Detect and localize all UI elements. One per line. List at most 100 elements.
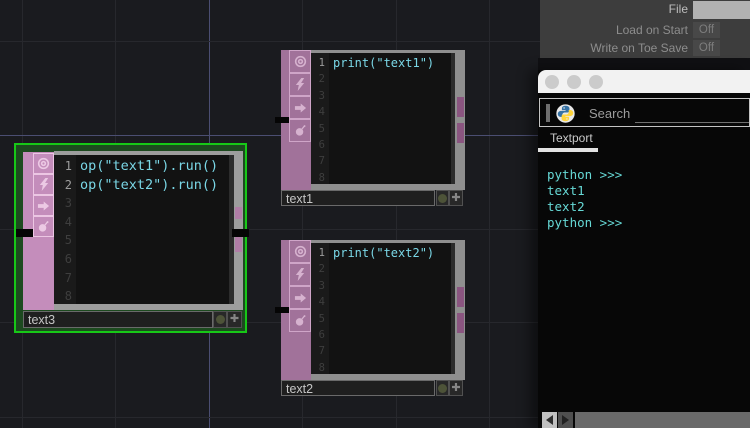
triangle-left-icon [546,415,553,425]
bomb-icon[interactable] [33,216,54,237]
node-frame-right [455,50,465,184]
output-connector[interactable] [457,123,464,143]
node-name-field[interactable]: text2 [281,380,435,396]
console-line: text1 [547,183,585,198]
scroll-left-button[interactable] [542,412,557,428]
input-connector[interactable] [16,229,33,237]
code-line: op("text1").run() [80,158,219,174]
file-path-field[interactable] [693,1,750,19]
node-state-cell[interactable] [436,380,449,396]
python-logo-icon [555,103,576,129]
bypass-lightning-icon[interactable] [289,73,311,96]
line-number: 6 [318,139,325,152]
search-input[interactable]: Search [589,106,630,121]
node-text1[interactable]: 1 2 3 4 5 6 7 8 print("text1") text1 ✚ [275,50,465,207]
plus-icon: ✚ [451,191,461,204]
node-frame-right [234,151,243,304]
run-arrow-icon[interactable] [289,96,311,119]
line-number: 5 [318,122,325,135]
panel-gap [538,58,750,70]
input-connector-strip[interactable] [23,152,33,229]
drag-grip[interactable] [546,104,550,122]
node-text2[interactable]: 1 2 3 4 5 6 7 8 print("text2") text2 ✚ [275,240,465,397]
code-viewer: print("text1") [329,53,451,184]
line-number: 3 [318,279,325,292]
line-number: 4 [318,296,325,309]
run-arrow-icon[interactable] [33,195,54,216]
output-connector[interactable] [457,97,464,117]
input-connector-strip[interactable] [281,123,289,190]
line-number: 7 [318,155,325,168]
search-bar[interactable]: Search [539,98,750,127]
active-tab-indicator [538,148,598,152]
run-arrow-icon[interactable] [289,286,311,309]
load-on-start-toggle[interactable]: Off [693,22,720,38]
write-on-toe-save-toggle[interactable]: Off [693,40,720,56]
console-line: text2 [547,199,585,214]
input-connector-strip[interactable] [281,50,289,117]
node-text3[interactable]: 1 2 3 4 5 6 7 8 op("text1").run() op("text2").ru… [14,143,249,333]
input-connector-strip[interactable] [23,237,33,310]
grid-line [489,0,490,428]
code-gutter: 1 2 3 4 5 6 7 8 [311,53,329,184]
node-expand-cell[interactable]: ✚ [227,311,242,328]
window-button[interactable] [589,74,603,89]
horizontal-scrollbar[interactable] [542,412,750,428]
node-frame-bottom [54,304,243,310]
node-frame-right [455,240,465,374]
line-number: 1 [318,247,325,259]
code-line: print("text2") [333,246,435,260]
output-connector[interactable] [457,287,464,307]
tab-textport[interactable]: Textport [550,131,593,145]
node-state-cell[interactable] [436,190,449,206]
output-connector[interactable] [235,237,242,252]
textport-console[interactable]: python >>> text1 text2 python >>> [547,167,748,408]
line-number: 4 [318,106,325,119]
output-connector[interactable] [232,229,249,237]
output-connector[interactable] [235,207,242,219]
line-number: 1 [318,57,325,69]
param-label-file: File [668,2,688,16]
line-number: 1 [64,159,72,173]
viewer-toggle-icon[interactable] [289,50,311,73]
line-number: 5 [64,233,72,248]
output-connector[interactable] [457,313,464,333]
console-line: python >>> [547,215,623,230]
code-viewer: op("text1").run() op("text2").run() [76,155,229,304]
line-number: 4 [64,214,72,229]
bomb-icon[interactable] [289,309,311,332]
window-titlebar[interactable] [538,70,750,93]
node-expand-cell[interactable]: ✚ [449,190,463,206]
scroll-right-button[interactable] [558,412,573,428]
viewer-toggle-icon[interactable] [33,153,54,174]
input-connector-strip[interactable] [281,313,289,380]
node-name-field[interactable]: text3 [23,311,213,328]
scrollbar-track[interactable] [575,412,750,428]
code-line: op("text2").run() [80,176,219,193]
bomb-icon[interactable] [289,119,311,142]
node-expand-cell[interactable]: ✚ [449,380,463,396]
console-line: python >>> [547,167,623,182]
input-connector[interactable] [275,307,289,313]
window-button[interactable] [545,74,559,89]
input-connector[interactable] [275,117,289,123]
triangle-right-icon [562,415,569,425]
node-name-field[interactable]: text1 [281,190,435,206]
line-number: 8 [318,171,325,184]
line-number: 6 [318,329,325,342]
code-viewer: print("text2") [329,243,451,374]
node-state-cell[interactable] [213,311,227,328]
line-number: 2 [318,73,325,86]
bypass-lightning-icon[interactable] [33,174,54,195]
textport-window[interactable]: Search Textport python >>> text1 text2 pyth… [538,70,750,428]
input-connector-strip[interactable] [281,240,289,307]
code-gutter: 1 2 3 4 5 6 7 8 [311,243,329,374]
param-label-write-on-toe-save: Write on Toe Save [590,41,688,55]
viewer-toggle-icon[interactable] [289,240,311,263]
node-state-dot [215,315,225,324]
window-button[interactable] [567,74,581,89]
line-number: 5 [318,312,325,325]
param-label-load-on-start: Load on Start [615,23,688,37]
bypass-lightning-icon[interactable] [289,263,311,286]
plus-icon: ✚ [451,381,461,394]
